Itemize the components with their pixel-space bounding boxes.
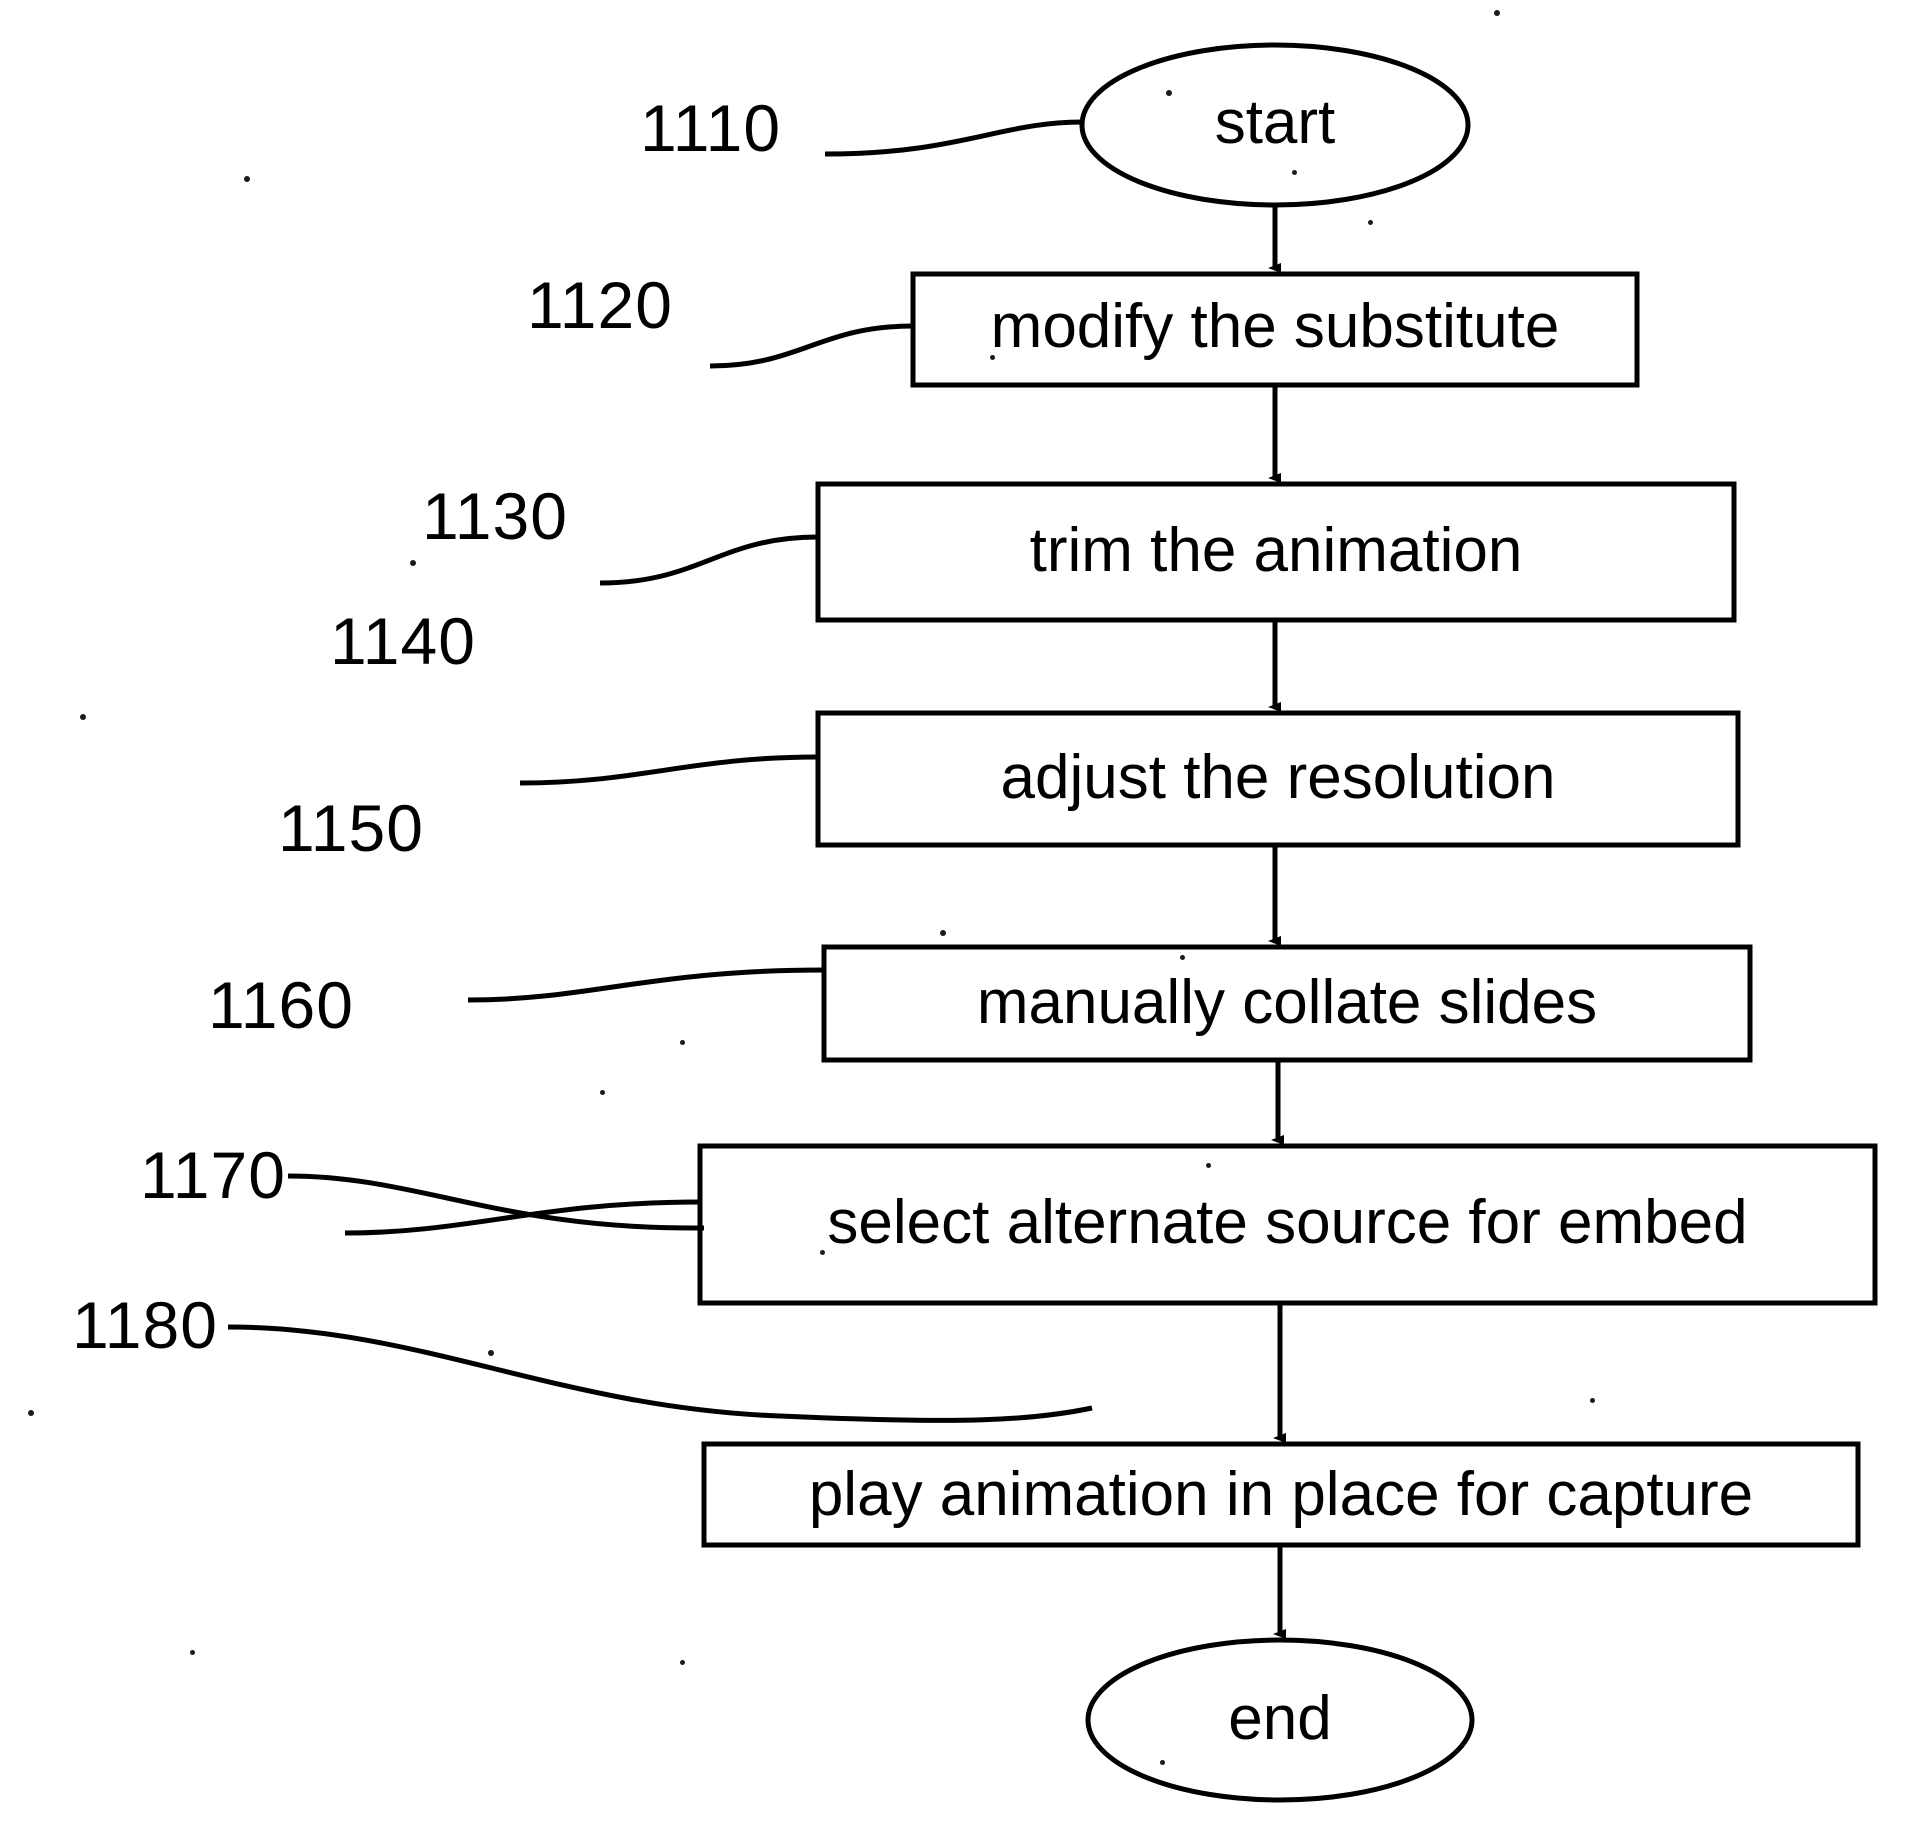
scan-speck: [940, 930, 946, 936]
scan-speck: [488, 1350, 494, 1356]
flowchart-page: 1110 1120 1130 1140 1150 1160 1170 1180 …: [0, 0, 1922, 1840]
node-label-select-alternate-source: select alternate source for embed: [827, 1188, 1748, 1257]
scan-speck: [680, 1040, 685, 1045]
scan-speck: [990, 355, 995, 360]
node-label-start: start: [1214, 88, 1336, 157]
scan-speck: [1590, 1398, 1595, 1403]
ref-label-1130: 1130: [422, 479, 568, 553]
scan-speck: [1368, 220, 1373, 225]
scan-speck: [80, 714, 86, 720]
ref-label-1140: 1140: [330, 604, 476, 678]
ref-label-1120: 1120: [527, 268, 673, 342]
scan-speck: [1160, 1760, 1165, 1765]
scan-speck: [600, 1090, 605, 1095]
node-label-play-animation-in-place: play animation in place for capture: [808, 1460, 1754, 1529]
scan-speck: [1180, 955, 1185, 960]
ref-label-1110: 1110: [640, 91, 782, 165]
leader-line-1110: [824, 119, 1083, 157]
ref-label-1160: 1160: [208, 968, 354, 1042]
node-label-manually-collate-slides: manually collate slides: [976, 968, 1598, 1037]
scan-speck: [28, 1410, 34, 1416]
leader-line-1150: [467, 967, 825, 1003]
node-label-end: end: [1228, 1684, 1332, 1753]
leader-line-1120: [709, 323, 914, 369]
scan-speck: [680, 1660, 685, 1665]
leader-line-1140: [519, 754, 819, 786]
node-label-modify-the-substitute: modify the substitute: [990, 292, 1560, 361]
ref-label-1170: 1170: [140, 1138, 286, 1212]
node-label-adjust-the-resolution: adjust the resolution: [1000, 743, 1556, 812]
scan-speck: [1206, 1163, 1211, 1168]
ref-label-1150: 1150: [278, 791, 424, 865]
scan-speck: [1292, 170, 1297, 175]
node-label-trim-the-animation: trim the animation: [1029, 516, 1523, 585]
scan-speck: [820, 1250, 825, 1255]
scan-speck: [1166, 90, 1172, 96]
leader-line-1180: [227, 1324, 1093, 1423]
scan-speck: [1494, 10, 1500, 16]
flowchart-canvas: [227, 42, 1878, 1803]
scan-speck: [244, 176, 250, 182]
scan-speck: [410, 560, 416, 566]
scan-speck: [190, 1650, 195, 1655]
leader-line-1130: [599, 534, 819, 586]
ref-label-1180: 1180: [72, 1288, 218, 1362]
